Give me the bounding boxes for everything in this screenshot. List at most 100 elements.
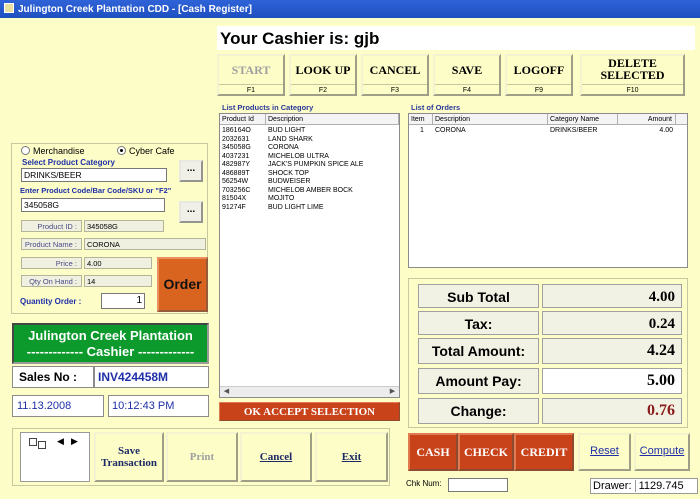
radio-cyber-cafe[interactable]: Cyber Cafe [117,146,175,156]
product-row[interactable]: 345058G CORONA [220,144,399,153]
product-name-label: Product Name : [21,238,82,250]
product-row[interactable]: 4037231 MICHELOB ULTRA [220,153,399,162]
reset-button[interactable]: Reset [578,433,631,471]
tax-value: 0.24 [542,311,682,335]
product-description-cell: MICHELOB AMBER BOCK [268,186,353,194]
product-id-cell: 703256C [222,186,251,194]
category-input[interactable]: DRINKS/BEER [21,168,167,182]
product-id-cell: 4037231 [222,152,250,160]
cash-button[interactable]: CASH [408,433,458,471]
amount-pay-input[interactable]: 5.00 [542,368,682,394]
sales-date: 11.13.2008 [12,395,104,417]
chk-num-input[interactable] [448,478,508,492]
col-description[interactable]: Description [266,114,399,124]
drawer-box: Drawer: 1129.745 [590,478,698,494]
total-amount-label: Total Amount: [418,338,539,364]
product-rows: 186164O BUD LIGHT 2032631 LAND SHARK 345058G… [220,125,399,212]
credit-button[interactable]: CREDIT [514,433,574,471]
product-row[interactable]: 91274F BUD LIGHT LIME [220,204,399,213]
change-value: 0.76 [542,398,682,424]
col-category[interactable]: Category Name [548,114,618,124]
product-code-input[interactable]: 345058G [21,198,165,212]
total-amount-value: 4.24 [542,338,682,364]
sub-total-label: Sub Total [418,284,539,308]
nav-box: ◀ ▶ [20,432,90,482]
cashier-banner: Julington Creek Plantation -------------… [12,323,209,364]
check-button[interactable]: CHECK [458,433,514,471]
start-button[interactable]: START F1 [217,54,285,96]
product-id-cell: 486889T [222,169,250,177]
sales-no-label: Sales No : [12,366,94,388]
qty-order-input[interactable]: 1 [101,293,145,309]
sub-total-value: 4.00 [542,284,682,308]
product-description-cell: BUD LIGHT [268,127,306,134]
banner-line-2: ------------- Cashier ------------- [26,344,195,359]
delete-selected-button[interactable]: DELETE SELECTED F10 [580,54,685,96]
order-row[interactable]: 1 CORONA DRINKS/BEER 4.00 [409,127,687,136]
print-button[interactable]: Print [166,432,238,482]
product-row[interactable]: 56254W BUDWEISER [220,178,399,187]
col-amount[interactable]: Amount [618,114,676,124]
radio-merchandise-circle [21,146,30,155]
save-transaction-button[interactable]: Save Transaction [94,432,164,482]
col-product-id[interactable]: Product Id [220,114,266,124]
product-row[interactable]: 2032631 LAND SHARK [220,136,399,145]
window-title: Julington Creek Plantation CDD - [Cash R… [18,4,252,15]
pages-icon[interactable] [38,441,46,449]
product-id-cell: 56254W [222,178,249,185]
col-item[interactable]: Item [409,114,433,124]
first-icon[interactable] [29,438,37,446]
product-description-cell: MICHELOB ULTRA [268,152,329,160]
orders-list[interactable]: Item Description Category Name Amount 1 C… [408,113,688,268]
radio-merchandise[interactable]: Merchandise [21,146,85,156]
product-description-cell: JACK'S PUMPKIN SPICE ALE [268,161,364,168]
amount-pay-label: Amount Pay: [418,368,539,394]
cancel-button[interactable]: Cancel [240,432,312,482]
sales-number: INV424458M [94,366,209,388]
next-icon[interactable]: ▶ [71,436,78,447]
product-row[interactable]: 186164O BUD LIGHT [220,127,399,136]
products-header: Product Id Description [220,114,399,125]
product-row[interactable]: 703256C MICHELOB AMBER BOCK [220,187,399,196]
product-row[interactable]: 486889T SHOCK TOP [220,170,399,179]
code-browse-button[interactable]: ... [179,201,203,223]
product-row[interactable]: 482987Y JACK'S PUMPKIN SPICE ALE [220,161,399,170]
cancel-toolbar-button[interactable]: CANCEL F3 [361,54,429,96]
products-list[interactable]: Product Id Description 186164O BUD LIGHT 2… [219,113,400,398]
product-id-cell: 91274F [222,203,246,211]
app-icon [4,3,14,13]
product-description-cell: CORONA [268,144,299,151]
product-row[interactable]: 81504X MOJITO [220,195,399,204]
col-order-description[interactable]: Description [433,114,548,124]
product-id-value: 345058G [84,220,164,232]
drawer-value: 1129.745 [634,480,684,492]
products-hscroll[interactable]: ◀ ▶ [220,386,399,397]
exit-button[interactable]: Exit [315,432,388,482]
product-name-value: CORONA [84,238,206,250]
order-button[interactable]: Order [157,257,208,312]
title-bar: Julington Creek Plantation CDD - [Cash R… [0,0,700,18]
scroll-left-icon[interactable]: ◀ [222,388,231,396]
look-up-button[interactable]: LOOK UP F2 [289,54,357,96]
category-label: Select Product Category [22,158,115,167]
scroll-right-icon[interactable]: ▶ [388,388,397,396]
product-description-cell: LAND SHARK [268,135,313,143]
prev-icon[interactable]: ◀ [57,436,64,447]
order-item-cell: 1 [420,127,424,134]
compute-button[interactable]: Compute [634,433,690,471]
product-id-cell: 186164O [222,127,251,134]
logoff-button[interactable]: LOGOFF F9 [505,54,573,96]
product-id-cell: 81504X [222,195,247,202]
ok-accept-selection-button[interactable]: OK ACCEPT SELECTION [219,402,400,421]
product-id-label: Product ID : [21,220,82,232]
price-label: Price : [21,257,82,269]
orders-header: Item Description Category Name Amount [409,114,687,125]
radio-cyber-cafe-circle [117,146,126,155]
orders-title: List of Orders [411,103,461,112]
order-category-cell: DRINKS/BEER [550,127,598,134]
product-id-cell: 2032631 [222,135,250,143]
category-browse-button[interactable]: ... [179,160,203,182]
sales-time: 10:12:43 PM [108,395,209,417]
save-toolbar-button[interactable]: SAVE F4 [433,54,501,96]
price-value: 4.00 [84,257,152,269]
